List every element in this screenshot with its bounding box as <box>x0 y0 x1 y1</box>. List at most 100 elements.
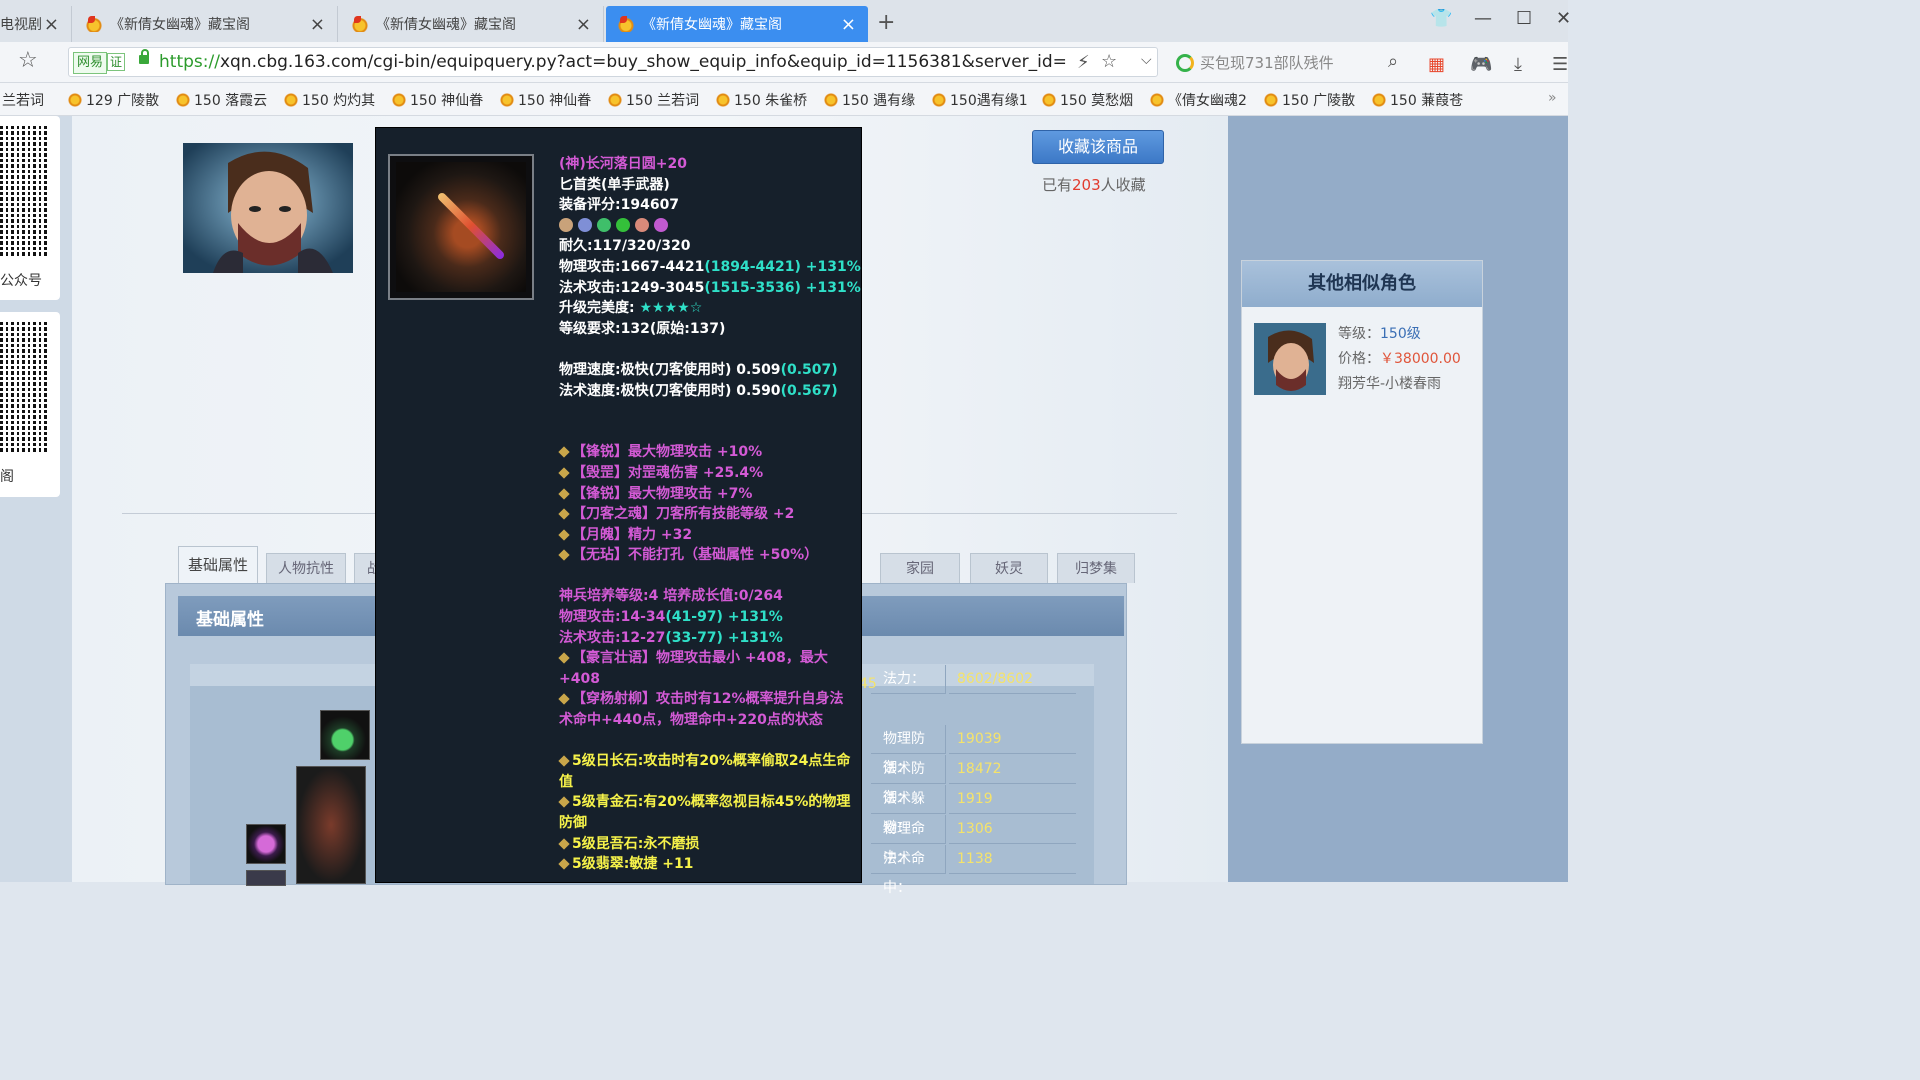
tab-dream[interactable]: 归梦集 <box>1057 553 1135 583</box>
game-favicon-icon <box>352 16 368 32</box>
diamond-bullet-icon <box>558 487 570 500</box>
bookmark-item[interactable]: 150 蒹葭苍 <box>1372 90 1463 110</box>
item-tooltip-text: (神)长河落日圆+20 匕首类(单手武器) 装备评分:194607 耐久:117… <box>558 154 861 875</box>
url-text: https://xqn.cbg.163.com/cgi-bin/equipque… <box>159 52 1067 72</box>
similar-roles-card: 其他相似角色 等级：150级 价格：￥38000.00 翔芳华-小楼春雨 <box>1241 260 1483 744</box>
equipment-slot-gem[interactable] <box>320 710 370 760</box>
gem-slot-icon <box>654 217 668 232</box>
lightning-icon[interactable]: ⚡ <box>1077 52 1090 73</box>
gem-slot-icon <box>616 217 630 232</box>
divine-skill: 【穿杨射柳】攻击时有12%概率提升自身法术命中+440点，物理命中+220点的状… <box>558 691 844 729</box>
gem-effect: 5级日长石:攻击时有20%概率偷取24点生命值 <box>558 753 851 790</box>
close-icon[interactable]: × <box>310 14 325 35</box>
game-favicon-icon <box>68 93 82 107</box>
attributes-title: 基础属性 <box>196 610 264 630</box>
similar-roles-title: 其他相似角色 <box>1242 261 1482 307</box>
stat-row: 法力： 8602/8602 <box>871 665 1091 695</box>
game-favicon-icon <box>716 93 730 107</box>
game-favicon-icon <box>392 93 406 107</box>
bookmark-item[interactable]: 150 神仙眷 <box>392 90 483 110</box>
star-rating-icon: ★★★★☆ <box>639 300 703 317</box>
similar-role-price: 价格：￥38000.00 <box>1338 351 1461 367</box>
bookmark-item[interactable]: 兰若词 <box>2 90 44 110</box>
bookmark-item[interactable]: 150 灼灼其 <box>284 90 375 110</box>
game-favicon-icon <box>1372 93 1386 107</box>
window-close-icon[interactable]: ✕ <box>1556 8 1571 29</box>
tab-title: 电视剧 <box>0 17 42 33</box>
apps-grid-icon[interactable]: ▦ <box>1428 54 1445 75</box>
game-favicon-icon <box>608 93 622 107</box>
diamond-bullet-icon <box>558 652 570 664</box>
diamond-bullet-icon <box>558 467 570 479</box>
bookmark-item[interactable]: 150 兰若词 <box>608 90 699 110</box>
tab-cbg-2[interactable]: 《新倩女幽魂》藏宝阁 × <box>340 6 604 42</box>
game-favicon-icon <box>500 93 514 107</box>
bookmark-item[interactable]: 150 莫愁烟 <box>1042 90 1133 110</box>
game-favicon-icon <box>1042 93 1056 107</box>
divine-mag-atk: 法术攻击:12-27(33-77) +131% <box>559 629 783 646</box>
close-icon[interactable]: × <box>576 14 591 35</box>
game-favicon-icon <box>824 93 838 107</box>
gem-effect: 5级青金石:有20%概率忽视目标45%的物理防御 <box>558 794 851 831</box>
skin-icon[interactable]: 👕 <box>1430 8 1452 29</box>
tab-basic-attributes[interactable]: 基础属性 <box>178 546 258 583</box>
game-favicon-icon <box>86 16 102 32</box>
tab-spirit[interactable]: 妖灵 <box>970 553 1048 583</box>
bookmark-item[interactable]: 150 遇有缘 <box>824 90 915 110</box>
item-durability: 耐久:117/320/320 <box>559 238 691 255</box>
gem-slots <box>559 216 854 237</box>
bookmark-item[interactable]: 150 广陵散 <box>1264 90 1355 110</box>
url-input[interactable]: 网易 证 https://xqn.cbg.163.com/cgi-bin/equ… <box>68 47 1158 77</box>
favorite-star-icon[interactable]: ☆ <box>1101 51 1117 72</box>
tab-home[interactable]: 家园 <box>880 553 960 583</box>
game-favicon-icon <box>284 93 298 107</box>
close-icon[interactable]: × <box>841 14 856 35</box>
download-icon[interactable]: ⤓ <box>1514 54 1522 75</box>
item-phys-atk: 物理攻击:1667-4421(1894-4421) +131% <box>559 258 861 275</box>
game-favicon-icon <box>1264 93 1278 107</box>
item-upgrade: 升级完美度: ★★★★☆ <box>559 300 703 317</box>
game-controller-icon[interactable]: 🎮 <box>1470 54 1492 75</box>
maximize-icon[interactable]: ☐ <box>1516 8 1532 29</box>
search-input[interactable]: 买包现731部队残件 ⌕ <box>1170 47 1410 77</box>
bookmark-item[interactable]: 《倩女幽魂2 <box>1150 90 1247 110</box>
tab-title: 《新倩女幽魂》藏宝阁 <box>642 17 782 33</box>
tab-video[interactable]: 电视剧 × <box>0 6 72 42</box>
more-bookmarks-icon[interactable]: » <box>1548 90 1557 106</box>
diamond-bullet-icon <box>558 796 570 809</box>
equipment-slot[interactable] <box>246 870 286 886</box>
tab-resistance[interactable]: 人物抗性 <box>266 553 346 583</box>
similar-role-server[interactable]: 翔芳华-小楼春雨 <box>1338 373 1441 393</box>
qr-code-icon <box>0 126 48 256</box>
stat-row: 物理防御： 19039 <box>871 725 1091 776</box>
new-tab-icon[interactable]: + <box>877 10 895 35</box>
game-favicon-icon <box>618 16 634 32</box>
star-bookmark-icon[interactable]: ☆ <box>18 48 38 73</box>
favorite-item-button[interactable]: 收藏该商品 <box>1032 130 1164 164</box>
bookmark-item[interactable]: 150 朱雀桥 <box>716 90 807 110</box>
gem-effect: 5级昆吾石:永不磨损 <box>558 834 854 855</box>
chevron-down-icon[interactable]: ⌵ <box>1141 52 1152 68</box>
search-icon[interactable]: ⌕ <box>1388 51 1398 72</box>
minimize-icon[interactable]: — <box>1474 8 1492 29</box>
stat-row: 物理命中： 1306 <box>871 815 1091 866</box>
similar-role-avatar[interactable] <box>1254 323 1326 395</box>
bookmark-item[interactable]: 150 落霞云 <box>176 90 267 110</box>
game-favicon-icon <box>1150 93 1164 107</box>
search-engine-icon <box>1176 54 1194 72</box>
bookmark-item[interactable]: 150 神仙眷 <box>500 90 591 110</box>
netease-badge: 网易 <box>73 52 108 74</box>
item-mag-atk: 法术攻击:1249-3045(1515-3536) +131% <box>559 279 861 296</box>
menu-icon[interactable]: ☰ <box>1552 54 1568 75</box>
similar-role-level: 等级：150级 <box>1338 326 1421 342</box>
bookmark-item[interactable]: 150遇有缘1 <box>932 90 1028 110</box>
tab-cbg-active[interactable]: 《新倩女幽魂》藏宝阁 × <box>606 6 868 42</box>
tab-cbg-1[interactable]: 《新倩女幽魂》藏宝阁 × <box>74 6 338 42</box>
bookmark-item[interactable]: 129 广陵散 <box>68 90 159 110</box>
character-avatar <box>183 143 353 273</box>
game-favicon-icon <box>932 93 946 107</box>
item-score: 装备评分:194607 <box>559 197 680 214</box>
equipment-slot-weapon[interactable] <box>296 766 366 884</box>
close-icon[interactable]: × <box>44 14 59 35</box>
equipment-slot-armor[interactable] <box>246 824 286 864</box>
